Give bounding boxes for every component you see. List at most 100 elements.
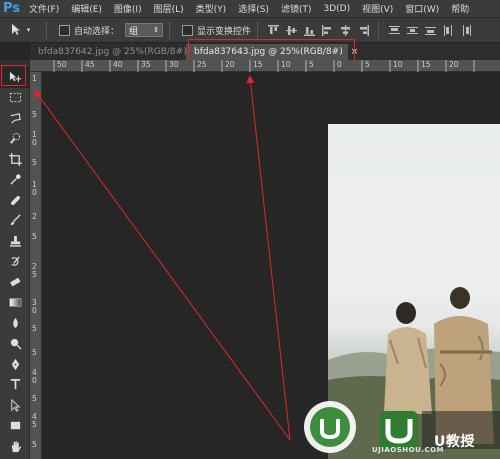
align-left-icon[interactable] [321, 24, 333, 36]
ruler-label: 15 [421, 60, 431, 69]
distribute-left-icon[interactable] [442, 24, 454, 36]
type-icon [10, 379, 20, 390]
align-right-icon[interactable] [357, 24, 369, 36]
divider [169, 21, 171, 39]
annotation-box-tab [188, 39, 355, 62]
tool-blur[interactable] [0, 313, 30, 334]
distribute-vcenter-icon[interactable] [406, 24, 418, 36]
show-transform-label: 显示变换控件 [197, 26, 252, 37]
auto-select-label: 自动选择： [74, 26, 120, 37]
distribute-bottom-icon[interactable] [424, 24, 436, 36]
ruler-label: 5 [32, 324, 37, 333]
menu-help[interactable]: 帮助 [445, 2, 475, 15]
tool-gradient[interactable] [0, 293, 30, 314]
menu-type[interactable]: 类型(Y) [190, 2, 233, 15]
tab-label: bfda837642.jpg @ 25%(RGB/8#) [38, 47, 187, 57]
divider [46, 21, 47, 39]
dodge-icon [10, 339, 22, 350]
ruler-label: 5 [32, 440, 37, 449]
lasso-icon [10, 112, 21, 124]
align-bottom-icon[interactable] [303, 24, 315, 36]
menu-3d[interactable]: 3D(D) [317, 4, 356, 14]
ruler-label: 0 [337, 60, 342, 69]
distribute-right-icon[interactable] [460, 24, 472, 36]
chevron-down-icon: ▾ [26, 26, 31, 34]
auto-select-checkbox[interactable] [59, 24, 70, 36]
ruler-label: 35 [141, 60, 151, 69]
eyedropper-icon [9, 174, 21, 185]
menu-bar: Ps 文件(F) 编辑(E) 图像(I) 图层(L) 类型(Y) 选择(S) 滤… [0, 0, 500, 17]
ruler-label: 5 [32, 348, 37, 357]
align-vcenter-icon[interactable] [285, 24, 297, 36]
ruler-label: 0 [32, 188, 37, 197]
tool-crop[interactable] [0, 149, 30, 170]
distribute-top-icon[interactable] [388, 24, 400, 36]
auto-select-dropdown[interactable]: 组 ⇕ [125, 23, 164, 37]
shape-icon [10, 422, 20, 430]
ruler-label: 20 [449, 60, 459, 69]
tool-lasso[interactable] [0, 108, 30, 129]
menu-filter[interactable]: 滤镜(T) [275, 2, 318, 15]
ruler-label: 5 [32, 158, 37, 167]
tool-type[interactable] [0, 375, 30, 396]
crop-icon [8, 152, 22, 166]
tool-shape[interactable] [0, 416, 30, 437]
menu-file[interactable]: 文件(F) [23, 2, 65, 15]
brush-icon [10, 214, 21, 226]
tool-path-select[interactable] [0, 395, 30, 416]
divider [257, 21, 259, 39]
menu-edit[interactable]: 编辑(E) [65, 2, 108, 15]
stamp-icon [9, 235, 21, 247]
tool-pen[interactable] [0, 354, 30, 375]
tab-bfda837642[interactable]: bfda837642.jpg @ 25%(RGB/8#) × [30, 44, 202, 60]
ruler-label: 5 [32, 420, 37, 429]
hand-icon [11, 441, 21, 452]
menu-window[interactable]: 窗口(W) [399, 2, 445, 15]
ruler-vertical: 1 5 1 0 5 1 0 2 5 2 5 3 0 5 5 4 0 5 4 5 … [30, 72, 42, 459]
menu-layer[interactable]: 图层(L) [148, 2, 190, 15]
ruler-label: 50 [57, 60, 67, 69]
tool-quick-select[interactable] [0, 129, 30, 150]
ruler-label: 10 [281, 60, 291, 69]
path-select-icon [10, 398, 20, 412]
annotation-box-move-tool [1, 65, 26, 86]
tool-hand[interactable] [0, 436, 30, 457]
align-hcenter-icon[interactable] [339, 24, 351, 36]
ruler-label: 25 [197, 60, 207, 69]
stepper-icon: ⇕ [153, 26, 160, 34]
menu-image[interactable]: 图像(I) [108, 2, 148, 15]
tool-history-brush[interactable] [0, 252, 30, 273]
ruler-label: 0 [32, 376, 37, 385]
move-icon [11, 24, 20, 35]
menu-select[interactable]: 选择(S) [232, 2, 275, 15]
ruler-label: 45 [85, 60, 95, 69]
ruler-label: 1 [32, 74, 37, 83]
healing-icon [10, 195, 20, 205]
ruler-label: 0 [32, 138, 37, 147]
tool-preset-picker[interactable]: ▾ [0, 20, 40, 40]
ruler-label: 5 [32, 110, 37, 119]
quick-select-icon [9, 133, 20, 144]
ruler-label: 5 [32, 394, 37, 403]
tool-eyedropper[interactable] [0, 170, 30, 191]
tool-brush[interactable] [0, 211, 30, 232]
ruler-label: 10 [393, 60, 403, 69]
show-transform-checkbox[interactable] [182, 24, 194, 36]
align-top-icon[interactable] [267, 24, 279, 36]
ruler-label: 5 [32, 232, 37, 241]
menu-view[interactable]: 视图(V) [356, 2, 399, 15]
ruler-label: 5 [309, 60, 314, 69]
ruler-label: 5 [32, 270, 37, 279]
pen-icon [11, 358, 19, 370]
divider [378, 21, 380, 39]
tool-dodge[interactable] [0, 334, 30, 355]
tools-panel [0, 60, 30, 459]
tool-marquee[interactable] [0, 88, 30, 109]
tool-stamp[interactable] [0, 231, 30, 252]
ruler-label: 5 [365, 60, 370, 69]
tool-healing[interactable] [0, 190, 30, 211]
tool-eraser[interactable] [0, 272, 30, 293]
auto-select-value: 组 [129, 26, 139, 37]
photoshop-logo: Ps [2, 1, 21, 16]
marquee-icon [9, 93, 21, 103]
